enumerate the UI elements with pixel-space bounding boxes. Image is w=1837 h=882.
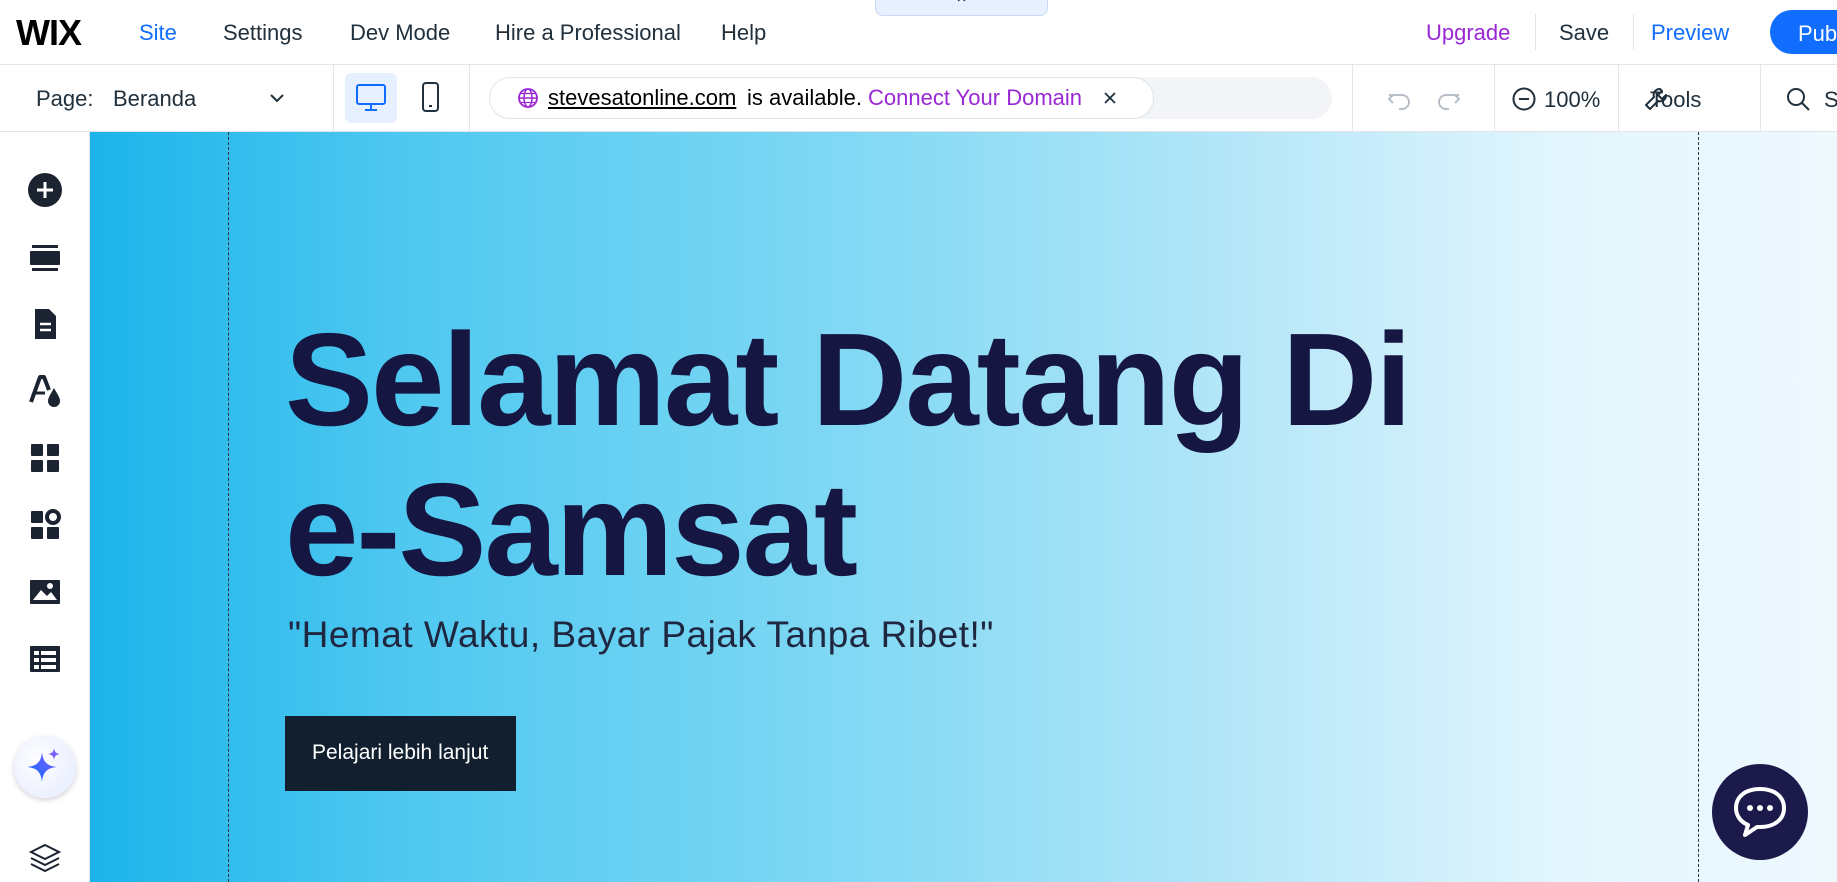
page-label: Page:	[36, 86, 94, 111]
hero-subtitle[interactable]: "Hemat Waktu, Bayar Pajak Tanpa Ribet!"	[288, 614, 994, 656]
cms-icon[interactable]	[27, 641, 63, 677]
left-rail	[0, 132, 90, 882]
divider	[333, 65, 334, 131]
chat-button[interactable]	[1712, 764, 1808, 860]
editor-toolbar: Page: Beranda stevesatonline.com is avai…	[0, 65, 1837, 132]
globe-icon	[518, 88, 538, 108]
zoom-level[interactable]: 100%	[1544, 87, 1600, 113]
design-icon[interactable]	[27, 372, 63, 408]
hero-title[interactable]: Selamat Datang Di e-Samsat	[285, 305, 1412, 605]
hero-title-line2: e-Samsat	[285, 456, 858, 603]
divider	[1494, 65, 1495, 131]
mobile-icon	[422, 82, 439, 112]
gridline-left	[228, 132, 229, 882]
tools-button[interactable]: Tools	[1650, 87, 1701, 113]
divider	[1618, 65, 1619, 131]
redo-icon[interactable]	[1435, 85, 1463, 113]
undo-icon[interactable]	[1385, 85, 1413, 113]
divider	[469, 65, 470, 131]
desktop-view-button[interactable]	[345, 73, 397, 123]
apps-icon[interactable]	[27, 440, 63, 476]
close-icon[interactable]	[1103, 91, 1117, 105]
save-button[interactable]: Save	[1559, 20, 1609, 46]
domain-status: is available.	[747, 85, 862, 110]
chat-icon	[1734, 787, 1786, 837]
menu-site[interactable]: Site	[139, 20, 177, 46]
wix-logo[interactable]: WIX	[16, 12, 82, 54]
desktop-icon	[356, 84, 386, 111]
collapse-toolbar-tab[interactable]: ⌃	[875, 0, 1048, 16]
divider	[1352, 65, 1353, 131]
menu-hire-professional[interactable]: Hire a Professional	[495, 20, 681, 46]
pages-icon[interactable]	[27, 306, 63, 342]
divider	[1760, 65, 1761, 131]
chevron-up-icon: ⌃	[953, 0, 970, 14]
domain-name: stevesatonline.com	[548, 85, 737, 110]
menu-dev-mode[interactable]: Dev Mode	[350, 20, 450, 46]
upgrade-link[interactable]: Upgrade	[1426, 20, 1510, 46]
business-apps-icon[interactable]	[27, 507, 63, 543]
divider	[1535, 14, 1536, 50]
preview-button[interactable]: Preview	[1651, 20, 1729, 46]
learn-more-button[interactable]: Pelajari lebih lanjut	[285, 716, 516, 791]
editor-canvas[interactable]: Selamat Datang Di e-Samsat "Hemat Waktu,…	[90, 132, 1837, 882]
add-icon[interactable]	[27, 172, 63, 208]
hero-title-line1: Selamat Datang Di	[285, 306, 1412, 453]
layers-icon[interactable]	[27, 840, 63, 876]
top-menu-bar: WIX Site Settings Dev Mode Hire a Profes…	[0, 0, 1837, 65]
divider	[1633, 14, 1634, 50]
gridline-right	[1698, 132, 1699, 882]
sections-icon[interactable]	[27, 239, 63, 275]
mobile-view-button[interactable]	[405, 73, 457, 123]
connect-domain-link[interactable]: Connect Your Domain	[868, 85, 1082, 111]
ai-assistant-button[interactable]	[14, 736, 76, 798]
media-icon[interactable]	[27, 574, 63, 610]
ai-assistant-icon	[27, 748, 60, 782]
search-button[interactable]: S	[1824, 87, 1837, 113]
menu-help[interactable]: Help	[721, 20, 766, 46]
page-selector[interactable]: Beranda	[113, 86, 196, 112]
menu-settings[interactable]: Settings	[223, 20, 303, 46]
search-icon[interactable]	[1784, 85, 1812, 113]
publish-button[interactable]: Publ	[1770, 10, 1837, 54]
zoom-out-icon[interactable]	[1511, 86, 1537, 112]
chevron-down-icon[interactable]	[270, 91, 284, 105]
